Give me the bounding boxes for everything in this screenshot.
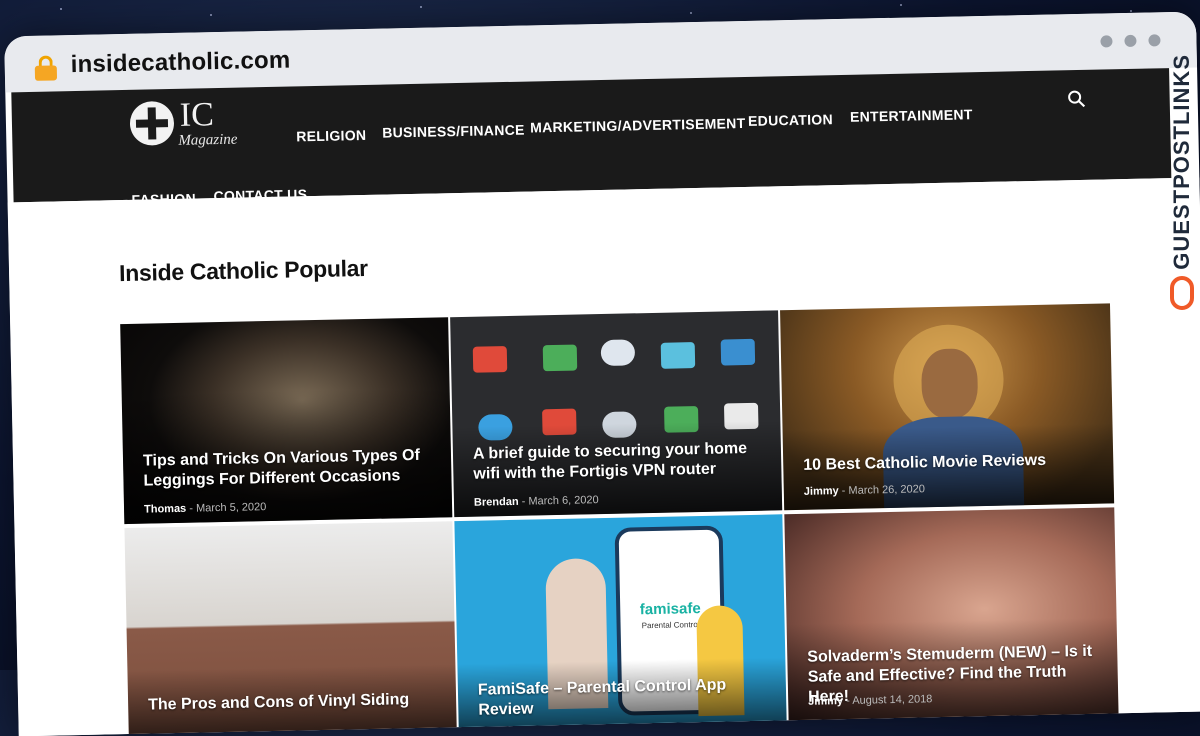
nav-item-religion[interactable]: RELIGION [296, 127, 366, 144]
article-author[interactable]: Thomas [144, 503, 186, 516]
search-icon[interactable] [1067, 90, 1086, 108]
cloud-icon [600, 339, 636, 367]
article-title[interactable]: A brief guide to securing your home wifi… [473, 439, 764, 485]
article-tile-catholic-movies[interactable]: 10 Best Catholic Movie Reviews Jimmy - M… [780, 303, 1115, 511]
article-date: August 14, 2018 [852, 693, 933, 707]
address-bar[interactable]: insidecatholic.com [70, 46, 290, 79]
monitor-icon [472, 346, 508, 373]
filter-icon [720, 338, 756, 366]
article-author[interactable]: Brendan [474, 496, 519, 509]
link-icon [1170, 275, 1194, 310]
chip-icon [542, 344, 578, 372]
article-author[interactable]: Jimmy [808, 695, 843, 708]
window-menu-icon[interactable] [1100, 34, 1161, 48]
article-meta: Thomas - March 5, 2020 [143, 501, 267, 516]
site-logo[interactable]: IC Magazine [129, 95, 250, 154]
article-author[interactable]: Jimmy [804, 485, 839, 498]
nav-item-marketing[interactable]: MARKETING/ADVERTISEMENT [530, 115, 746, 136]
nav-item-business-finance[interactable]: BUSINESS/FINANCE [382, 122, 525, 141]
article-tile-stemuderm[interactable]: Solvaderm’s Stemuderm (NEW) – Is it Safe… [784, 507, 1119, 735]
cross-icon [129, 100, 175, 146]
section-title: Inside Catholic Popular [118, 254, 369, 287]
article-date: March 26, 2020 [848, 483, 926, 497]
article-title[interactable]: FamiSafe – Parental Control App Review [478, 675, 769, 721]
guestpostlinks-watermark: GUESTPOSTLINKS [1164, 54, 1200, 354]
watermark-text: GUESTPOSTLINKS [1169, 54, 1194, 270]
article-tile-leggings[interactable]: Tips and Tricks On Various Types Of Legg… [120, 317, 453, 525]
lock-icon [34, 55, 58, 81]
article-date: March 6, 2020 [528, 494, 599, 508]
article-meta: Jimmy - March 26, 2020 [803, 483, 926, 498]
article-tile-vpn[interactable]: A brief guide to securing your home wifi… [450, 310, 783, 518]
nav-item-entertainment[interactable]: ENTERTAINMENT [850, 106, 973, 125]
face-image [920, 348, 979, 420]
logo-subtext: Magazine [178, 131, 238, 149]
article-title[interactable]: Tips and Tricks On Various Types Of Legg… [143, 446, 434, 492]
logo-text: IC [179, 96, 215, 134]
browser-window: insidecatholic.com IC Magazine RELIGION … [4, 11, 1200, 736]
main-content: Inside Catholic Popular Tips and Tricks … [7, 177, 1200, 736]
article-tile-famisafe[interactable]: famisafe Parental Control FamiSafe – Par… [454, 514, 787, 736]
article-date: March 5, 2020 [195, 501, 267, 515]
nav-item-education[interactable]: EDUCATION [748, 111, 833, 129]
magnifier-icon [660, 342, 696, 369]
article-tile-vinyl-siding[interactable]: The Pros and Cons of Vinyl Siding [124, 521, 457, 736]
